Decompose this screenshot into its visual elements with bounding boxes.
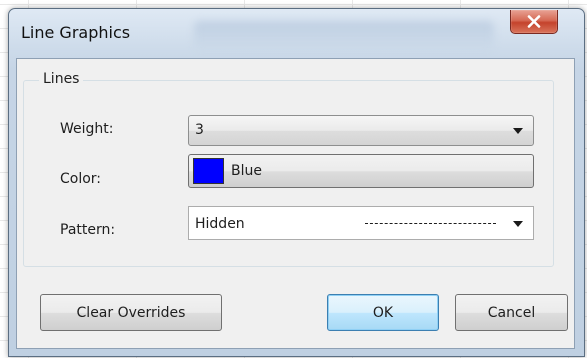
cancel-button[interactable]: Cancel [455,294,568,331]
close-icon [527,15,541,28]
dialog-title: Line Graphics [21,23,131,42]
pattern-value: Hidden [195,216,245,232]
ok-button[interactable]: OK [327,294,439,331]
color-value: Blue [231,163,262,179]
clear-overrides-button[interactable]: Clear Overrides [40,294,222,331]
chevron-down-icon [513,221,523,227]
pattern-dropdown[interactable]: Hidden [188,206,534,240]
title-glass-reflection [194,21,494,49]
pattern-dash-preview [365,223,496,224]
weight-value: 3 [195,122,204,138]
lines-group-label: Lines [39,71,84,87]
title-bar[interactable]: Line Graphics [9,9,584,59]
weight-label: Weight: [60,121,114,137]
color-label: Color: [60,171,102,187]
color-button[interactable]: Blue [188,154,534,188]
chevron-down-icon [513,128,523,134]
pattern-label: Pattern: [60,222,116,238]
close-button[interactable] [510,10,558,34]
color-swatch [193,158,224,184]
weight-dropdown[interactable]: 3 [188,115,534,146]
